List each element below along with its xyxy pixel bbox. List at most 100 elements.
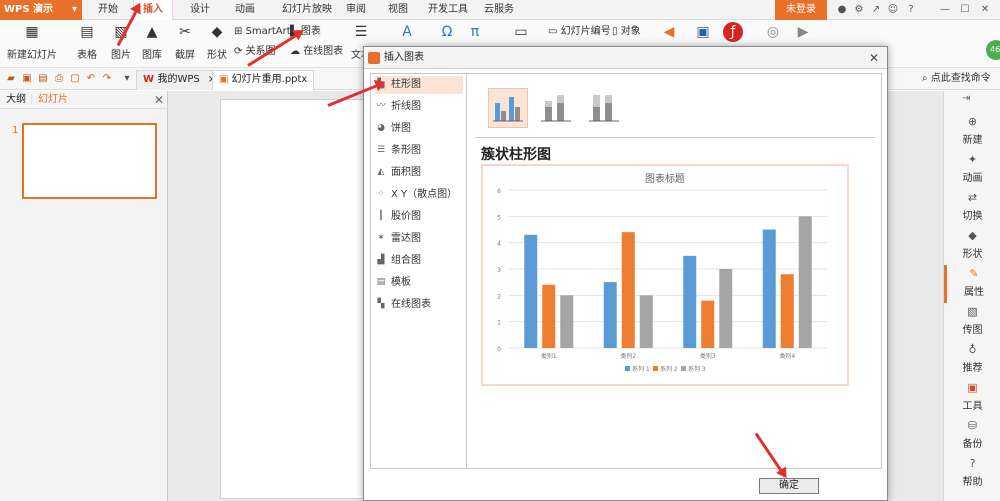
shape-icon: ◆ [968, 229, 977, 242]
subtype-clustered-column[interactable] [488, 88, 528, 128]
command-search[interactable]: ⌕ 点此查找命令 [922, 70, 1000, 88]
slide-thumbnail[interactable] [22, 123, 157, 199]
skin-icon[interactable]: ● [835, 3, 849, 17]
chart-type-stock[interactable]: ┃ 股价图 [375, 208, 463, 226]
legend-label: 系列 1 [632, 365, 650, 373]
preview-icon[interactable]: ▢ [68, 72, 82, 86]
tab-slideshow[interactable]: 幻灯片放映 [272, 0, 342, 20]
chevron-down-icon[interactable]: ▾ [120, 72, 134, 86]
tab-animation[interactable]: 动画 [227, 0, 263, 20]
user-icon[interactable]: ☺ [886, 3, 900, 17]
chart-type-scatter[interactable]: ⁘ X Y（散点图） [375, 186, 463, 204]
legend-label: 系列 2 [660, 365, 678, 373]
chart-type-combo[interactable]: ▟ 组合图 [375, 252, 463, 270]
print-icon[interactable]: ⎙ [52, 72, 66, 86]
tab-cloud[interactable]: 云服务 [476, 0, 522, 20]
new-slide-button[interactable]: ▦ 新建幻灯片 [4, 22, 60, 66]
tab-outline[interactable]: 大纲 [6, 91, 26, 109]
sidebar-animation[interactable]: ✦ 动画 [944, 151, 1000, 189]
y-tick-label: 5 [497, 214, 501, 221]
sidebar-tools[interactable]: ▣ 工具 [944, 379, 1000, 417]
tab-design[interactable]: 设计 [182, 0, 218, 20]
pi-icon: π [470, 24, 480, 40]
online-chart-button[interactable]: ☁ 在线图表 [290, 44, 343, 59]
open-folder-icon[interactable]: ▰ [4, 72, 18, 86]
score-badge[interactable]: 46 [986, 40, 1000, 60]
slide-number-button[interactable]: ▭ 幻灯片编号 [548, 24, 611, 39]
tab-document[interactable]: ▣ 幻灯片重用.pptx [212, 70, 315, 90]
app-title: WPS 演示 [4, 4, 54, 15]
redo-icon[interactable]: ↷ [100, 72, 114, 86]
maximize-icon[interactable]: ☐ [958, 3, 972, 17]
object-button[interactable]: ▯ 对象 [612, 24, 641, 39]
y-tick-label: 4 [497, 241, 501, 248]
dialog-title: 插入图表 [384, 52, 424, 63]
subtype-stacked-column[interactable] [536, 88, 576, 128]
settings-icon[interactable]: ⚙ [852, 3, 866, 17]
online-chart-label: 在线图表 [303, 46, 344, 57]
ok-button[interactable]: 确定 [759, 478, 819, 494]
flash-icon: ƒ [723, 22, 743, 42]
sidebar-properties-label: 属性 [964, 287, 984, 298]
tab-slides[interactable]: 幻灯片 [38, 91, 68, 109]
sidebar-recommend[interactable]: ♁ 推荐 [944, 341, 1000, 379]
scatter-chart-icon: ⁘ [377, 189, 385, 199]
chart-type-line[interactable]: 〰折线图 [375, 98, 463, 116]
help-icon: ? [969, 457, 976, 470]
search-icon: ⌕ [922, 73, 931, 84]
bar [798, 216, 812, 348]
shape-button[interactable]: ◆ 形状 [202, 22, 232, 66]
sidebar-backup-label: 备份 [962, 439, 983, 450]
smartart-button[interactable]: ⊞ SmartArt [234, 24, 291, 39]
sidebar-transition[interactable]: ⇄ 切换 [944, 189, 1000, 227]
chart-type-label: 模板 [391, 277, 411, 288]
sidebar-properties[interactable]: ✎ 属性 [944, 265, 1000, 303]
gallery-button[interactable]: ▲ 图库 [137, 22, 167, 66]
sidebar-backup[interactable]: ⛁ 备份 [944, 417, 1000, 455]
tab-view[interactable]: 视图 [380, 0, 416, 20]
screenshot-button[interactable]: ✂ 截屏 [170, 22, 200, 66]
online-chart-icon: ▚ [377, 299, 385, 309]
chart-type-radar[interactable]: ✶ 雷达图 [375, 230, 463, 248]
subtype-percent-stacked-column[interactable] [584, 88, 624, 128]
login-button[interactable]: 未登录 [775, 0, 827, 20]
chart-type-pie[interactable]: ◕ 饼图 [375, 120, 463, 138]
close-icon[interactable]: ✕ [154, 91, 164, 109]
sidebar-new[interactable]: ⊕ 新建 [944, 113, 1000, 151]
chart-type-column[interactable]: ▙柱形图 [375, 76, 463, 94]
chart-type-online[interactable]: ▚ 在线图表 [375, 296, 463, 314]
chart-type-area[interactable]: ◭ 面积图 [375, 164, 463, 182]
bar [524, 234, 538, 348]
sidebar-shape-label: 形状 [962, 249, 983, 260]
chart-type-template[interactable]: ▤ 模板 [375, 274, 463, 292]
help-icon[interactable]: ? [904, 3, 918, 17]
table-button[interactable]: ▤ 表格 [70, 22, 104, 66]
sidebar-help[interactable]: ? 帮助 [944, 455, 1000, 493]
close-icon[interactable]: ✕ [869, 47, 879, 69]
undo-icon[interactable]: ↶ [84, 72, 98, 86]
tab-my-wps[interactable]: W 我的WPS× [136, 70, 224, 90]
subtype-title: 簇状柱形图 [481, 147, 551, 163]
upload-picture-icon: ▧ [967, 305, 978, 318]
picture-button[interactable]: ▧ 图片 [106, 22, 136, 66]
tab-review[interactable]: 审阅 [338, 0, 374, 20]
pie-chart-icon: ◕ [377, 123, 385, 133]
chart-type-bar[interactable]: ☰ 条形图 [375, 142, 463, 160]
sidebar-upload[interactable]: ▧ 传图 [944, 303, 1000, 341]
export-icon[interactable]: ▤ [36, 72, 50, 86]
new-slide-label: 新建幻灯片 [7, 50, 57, 61]
collapse-icon[interactable]: ⇥ [962, 93, 970, 104]
app-menu-button[interactable]: WPS 演示 ▾ [0, 0, 82, 20]
close-icon[interactable]: ✕ [978, 3, 992, 17]
save-icon[interactable]: ▣ [20, 72, 34, 86]
share-icon[interactable]: ↗ [869, 3, 883, 17]
minimize-icon[interactable]: — [938, 3, 952, 17]
tab-developer[interactable]: 开发工具 [420, 0, 476, 20]
omega-icon: Ω [441, 24, 453, 40]
tab-home[interactable]: 开始 [90, 0, 126, 20]
slide-pane: 大纲 | 幻灯片 ✕ 1 [0, 91, 168, 501]
y-tick-label: 3 [497, 267, 501, 274]
bar [639, 295, 653, 348]
chart-type-list: ▙柱形图 〰折线图 ◕ 饼图 ☰ 条形图 ◭ 面积图 ⁘ X Y（散点图） ┃ 股价图 ✶… [371, 74, 467, 468]
sidebar-shape[interactable]: ◆ 形状 [944, 227, 1000, 265]
